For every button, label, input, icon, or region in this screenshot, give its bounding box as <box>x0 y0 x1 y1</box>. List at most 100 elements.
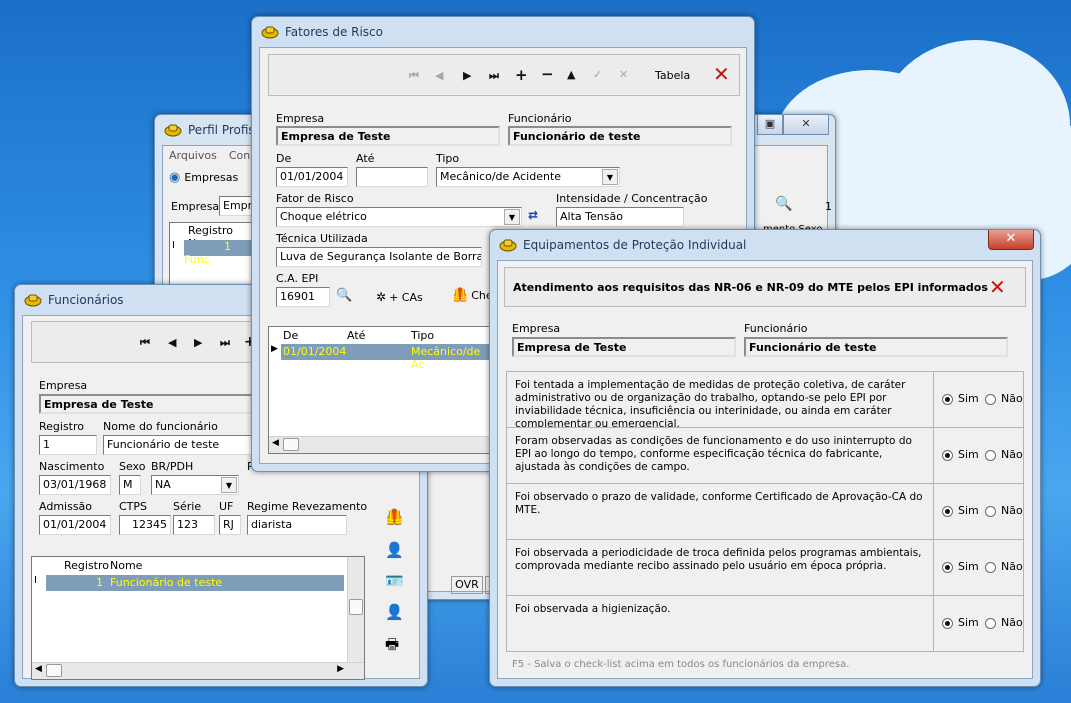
user-check-icon[interactable]: 👤 <box>385 541 404 559</box>
nao-radio[interactable] <box>985 618 996 629</box>
chevron-down-icon[interactable]: ▼ <box>504 209 520 225</box>
vest-icon: 🦺 <box>452 288 469 303</box>
intensidade-field[interactable]: Alta Tensão <box>556 207 684 227</box>
horizontal-scrollbar[interactable]: ◀ ▶ <box>32 662 364 679</box>
user-check-icon[interactable]: 👤 <box>385 603 404 621</box>
horizontal-scrollbar[interactable]: ◀ <box>269 436 495 453</box>
delete-record-button[interactable]: − <box>541 65 554 83</box>
tipo-select[interactable]: Mecânico/de Acidente ▼ <box>436 167 620 187</box>
nao-label: Não <box>1001 392 1023 405</box>
nome-field[interactable]: Funcionário de teste <box>103 435 259 455</box>
close-icon[interactable]: ✕ <box>989 277 1006 297</box>
search-icon[interactable]: 🔍 <box>336 288 352 303</box>
close-button[interactable]: ✕ <box>783 115 829 135</box>
grid-header-registro: Registro <box>64 559 110 572</box>
tabela-button[interactable]: Tabela <box>655 69 690 82</box>
sexo-field[interactable]: M <box>119 475 141 495</box>
add-record-button[interactable]: + <box>515 66 528 84</box>
sim-radio[interactable] <box>942 562 953 573</box>
edit-record-button[interactable]: ▲ <box>567 68 575 81</box>
sim-label: Sim <box>958 616 979 629</box>
menu-arquivos[interactable]: Arquivos <box>169 149 217 162</box>
prev-record-button[interactable]: ◀ <box>435 69 443 82</box>
close-icon[interactable]: ✕ <box>713 64 730 84</box>
regime-field[interactable]: diarista <box>247 515 347 535</box>
scrollbar-thumb[interactable] <box>46 664 62 677</box>
checklist-question: Foi observado o prazo de validade, confo… <box>515 491 923 516</box>
chevron-down-icon[interactable]: ▼ <box>602 169 618 185</box>
de-field[interactable]: 01/01/2004 <box>276 167 348 187</box>
vertical-scrollbar[interactable] <box>347 557 364 663</box>
nao-radio[interactable] <box>985 450 996 461</box>
nao-label: Não <box>1001 448 1023 461</box>
tecnica-label: Técnica Utilizada <box>276 232 368 245</box>
epi-titlebar[interactable]: Equipamentos de Proteção Individual <box>497 230 1033 260</box>
table-row[interactable]: 1 Funcionário de teste <box>46 575 344 591</box>
next-record-button[interactable]: ▶ <box>194 336 202 349</box>
add-cas-button[interactable]: ✲ + CAs <box>376 290 423 304</box>
row-separator <box>933 596 934 651</box>
first-record-button[interactable]: ⏮ <box>140 336 150 350</box>
cas-icon: ✲ <box>376 290 387 304</box>
last-record-button[interactable]: ⏭ <box>489 69 499 83</box>
funcionario-field: Funcionário de teste <box>508 126 732 146</box>
nao-radio[interactable] <box>985 562 996 573</box>
link-fator-icon[interactable]: ⇄ <box>528 208 538 222</box>
fator-value: Choque elétrico <box>280 210 367 223</box>
sim-radio[interactable] <box>942 506 953 517</box>
empresa-field: Empresa de Teste <box>276 126 500 146</box>
serie-field[interactable]: 123 <box>173 515 215 535</box>
registro-field[interactable]: 1 <box>39 435 97 455</box>
fatores-titlebar[interactable]: Fatores de Risco <box>259 17 747 47</box>
checklist-question: Foi observada a periodicidade de troca d… <box>515 547 922 572</box>
card-icon[interactable]: 🪪 <box>385 572 404 590</box>
side-toolbar: 🦺 👤 🪪 👤 🖶 <box>375 486 415 686</box>
chevron-down-icon[interactable]: ▼ <box>221 477 237 493</box>
ctps-field[interactable]: 12345 <box>119 515 171 535</box>
fator-select[interactable]: Choque elétrico ▼ <box>276 207 522 227</box>
printer-icon[interactable]: 🖶 <box>385 634 399 659</box>
first-record-button[interactable]: ⏮ <box>409 69 419 83</box>
row-indicator-icon: I <box>34 575 37 586</box>
empresa-label: Empresa <box>512 322 561 335</box>
ate-field[interactable] <box>356 167 428 187</box>
nao-radio[interactable] <box>985 506 996 517</box>
restore-button[interactable]: ▣ <box>757 115 783 135</box>
empresa-label: Empresa <box>171 200 220 213</box>
scrollbar-thumb[interactable] <box>349 599 363 615</box>
scroll-left-icon[interactable]: ◀ <box>35 664 42 674</box>
menu-con[interactable]: Con <box>229 149 250 162</box>
grid-row[interactable]: 1 Func <box>184 240 258 266</box>
scrollbar-thumb[interactable] <box>283 438 299 451</box>
sim-radio[interactable] <box>942 618 953 629</box>
brpdh-value: NA <box>155 478 171 491</box>
tipo-value: Mecânico/de Acidente <box>440 170 562 183</box>
app-icon <box>24 294 42 307</box>
sim-radio[interactable] <box>942 394 953 405</box>
empresas-button[interactable]: ◉ Empresas <box>169 170 238 185</box>
cancel-record-button[interactable]: ✕ <box>619 68 628 81</box>
close-button[interactable]: ✕ <box>988 230 1034 250</box>
zoom-icon[interactable]: 🔍 <box>775 196 792 212</box>
nav-toolbar: ⏮ ◀ ▶ ⏭ + − ▲ ✓ ✕ Tabela ✕ <box>268 54 740 96</box>
prev-record-button[interactable]: ◀ <box>168 336 176 349</box>
nascimento-field[interactable]: 03/01/1968 <box>39 475 111 495</box>
vest-icon[interactable]: 🦺 <box>385 508 404 526</box>
ca-field[interactable]: 16901 <box>276 287 330 307</box>
sim-radio[interactable] <box>942 450 953 461</box>
scroll-right-icon[interactable]: ▶ <box>337 664 344 674</box>
check-button[interactable]: 🦺 Che <box>452 288 493 303</box>
last-record-button[interactable]: ⏭ <box>220 336 230 350</box>
sexo-label: Sexo <box>119 460 146 473</box>
tecnica-field[interactable]: Luva de Segurança Isolante de Borracha <box>276 247 482 267</box>
brpdh-select[interactable]: NA ▼ <box>151 475 239 495</box>
uf-field[interactable]: RJ <box>219 515 241 535</box>
brpdh-label: BR/PDH <box>151 460 194 473</box>
nao-radio[interactable] <box>985 394 996 405</box>
post-record-button[interactable]: ✓ <box>593 68 602 81</box>
cell-registro: 1 <box>96 576 103 589</box>
table-row[interactable]: 01/01/2004 Mecânico/de Ac <box>281 344 495 371</box>
scroll-left-icon[interactable]: ◀ <box>272 438 279 448</box>
admissao-field[interactable]: 01/01/2004 <box>39 515 111 535</box>
next-record-button[interactable]: ▶ <box>463 69 471 82</box>
